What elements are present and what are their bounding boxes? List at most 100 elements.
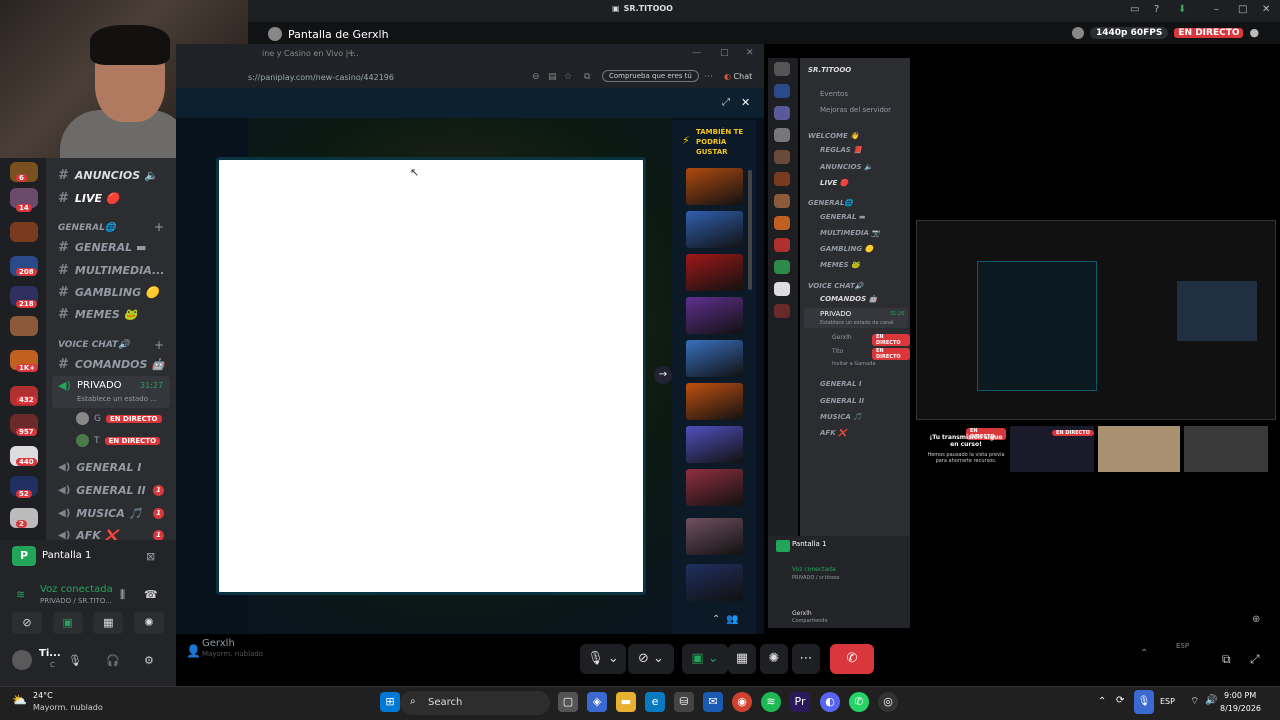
channel-live[interactable]: # LIVE 🔴 [58,191,120,206]
zoom-icon[interactable]: ⊖ [532,72,540,82]
language[interactable]: ESP [1160,697,1175,706]
category-general[interactable]: GENERAL🌐 [58,223,116,233]
chevron-up-icon[interactable]: ⌃ [712,614,720,625]
game-thumbnail[interactable] [686,518,743,555]
help-icon[interactable]: ? [1154,4,1159,15]
maximize-icon[interactable]: □ [1238,4,1247,15]
close-icon[interactable]: ✕ [746,48,754,58]
game-thumbnail[interactable] [686,168,743,205]
tile-paused[interactable]: EN DIRECTO ¡Tu transmisión sigue en curs… [916,424,1006,472]
add-user-icon[interactable]: 👤 [186,644,201,658]
add-channel-icon[interactable]: + [154,220,164,234]
spotify-icon[interactable]: ≋ [761,692,781,712]
channel-anuncios[interactable]: # ANUNCIOS 🔈 [58,168,158,183]
copilot-icon[interactable]: ◈ [587,692,607,712]
channel-multimedia[interactable]: # MULTIMEDIA... [58,263,165,278]
network-icon[interactable]: ⟳ [1116,695,1124,706]
mic-button[interactable]: 🎙 ⌄ [580,644,626,674]
disconnect-icon[interactable]: ☎ [144,588,158,601]
chrome-icon[interactable]: ◉ [732,692,752,712]
task-view-icon[interactable]: ▢ [558,692,578,712]
voice-user-t[interactable]: T EN DIRECTO [76,434,161,447]
reader-icon[interactable]: ▤ [548,72,557,82]
collections-icon[interactable]: ⧉ [584,72,590,82]
store-icon[interactable]: ⛁ [674,692,694,712]
popout-icon[interactable]: ⧉ [1222,652,1231,667]
screen-icon[interactable]: ▣ [52,612,83,634]
popout-icon[interactable]: ⊠ [146,550,155,563]
mic-icon[interactable]: 🎙 [1134,690,1154,714]
channel-general[interactable]: # GENERAL ▬ [58,240,146,255]
close-game-icon[interactable]: ✕ [741,96,750,109]
game-thumbnail[interactable] [686,254,743,291]
game-frame[interactable] [216,157,646,595]
game-thumbnail[interactable] [686,211,743,248]
weather-text[interactable]: Mayorm. nublado [33,703,103,712]
avatar[interactable] [12,650,32,670]
tile-stream[interactable]: EN DIRECTO [1010,426,1094,472]
channel-privado[interactable]: ◀) PRIVADO 31:27 Establece un estado ... [52,376,170,408]
category-voice[interactable]: VOICE CHAT🔊 [58,340,129,350]
voice-channel[interactable]: PRIVADO / SR.TITO... [40,597,112,605]
voice-user-g[interactable]: G EN DIRECTO [76,412,162,425]
temperature[interactable]: 24°C [33,691,53,700]
minimize-icon[interactable]: – [1214,4,1219,15]
clock-time[interactable]: 9:00 PM [1224,691,1256,700]
channel-musica[interactable]: ◀) MUSICA 🎵 1 [58,507,176,520]
game-thumbnail[interactable] [686,297,743,334]
url-text[interactable]: s://paniplay.com/new-casino/442196 [248,73,394,82]
browser-tab[interactable]: ine y Casino en Vivo | ... [262,49,359,58]
users-icon[interactable]: 👥 [726,614,738,625]
chevron-up-icon[interactable]: ⌃ [1140,648,1148,659]
game-thumbnail[interactable] [686,469,743,506]
sparkle-icon[interactable]: ✺ [133,612,164,634]
chat-button[interactable]: ◐ Chat [724,72,752,81]
add-channel-icon[interactable]: + [154,338,164,352]
search-bar[interactable]: ⌕ Search [400,691,550,715]
disconnect-button[interactable]: ✆ [830,644,874,674]
file-explorer-icon[interactable]: ▬ [616,692,636,712]
fullscreen-icon[interactable]: ⤢ [722,97,730,108]
inbox-icon[interactable]: ▭ [1130,4,1139,15]
game-thumbnail[interactable] [686,383,743,420]
server-icon[interactable] [10,222,38,242]
settings-icon[interactable]: ⚙ [144,654,154,667]
edge-icon[interactable]: e [645,692,665,712]
screen-share-button[interactable]: ▣ ⌄ [682,644,728,674]
obs-icon[interactable]: ◎ [878,692,898,712]
channel-general-ii[interactable]: ◀) GENERAL II 1 [58,484,176,497]
activities-button[interactable]: ▦ [728,644,756,674]
channel-memes[interactable]: # MEMES 🐸 [58,307,137,322]
tile-avatar[interactable] [1098,426,1180,472]
tile-avatar[interactable] [1184,426,1268,472]
maximize-icon[interactable]: □ [720,48,729,58]
headphones-icon[interactable]: 🎧 [106,654,120,667]
download-icon[interactable]: ⬇ [1178,4,1186,15]
minimize-icon[interactable]: — [692,48,701,58]
mail-icon[interactable]: ✉ [703,692,723,712]
camera-button[interactable]: ⊘ ⌄ [628,644,674,674]
activities-icon[interactable]: ▦ [93,612,124,634]
server-icon[interactable] [10,316,38,336]
chevron-up-icon[interactable]: ⌃ [1098,696,1106,707]
game-thumbnail[interactable] [686,564,743,601]
new-tab-icon[interactable]: + [347,48,355,59]
soundboard-button[interactable]: ✺ [760,644,788,674]
expand-arrow-icon[interactable]: → [654,366,672,384]
weather-icon[interactable]: ⛅ [12,693,27,707]
close-icon[interactable]: ✕ [1262,4,1270,15]
channel-comandos[interactable]: # COMANDOS 🤖 [58,357,165,372]
premiere-icon[interactable]: Pr [790,692,810,712]
game-thumbnail[interactable] [686,426,743,463]
clock-date[interactable]: 8/19/2026 [1220,704,1261,713]
more-icon[interactable]: ⋯ [704,72,713,82]
volume-icon[interactable]: 🔊 [1205,695,1217,706]
camera-off-icon[interactable]: ⊘ [12,612,42,634]
mic-icon[interactable]: 🎙 [68,654,82,667]
scrollbar[interactable] [748,170,752,290]
wifi-icon[interactable]: ⌔ [1190,695,1199,708]
more-button[interactable]: ⋯ [792,644,820,674]
voice-connected[interactable]: Voz conectada [40,584,113,595]
discord-icon[interactable]: ◐ [820,692,840,712]
whatsapp-icon[interactable]: ✆ [849,692,869,712]
